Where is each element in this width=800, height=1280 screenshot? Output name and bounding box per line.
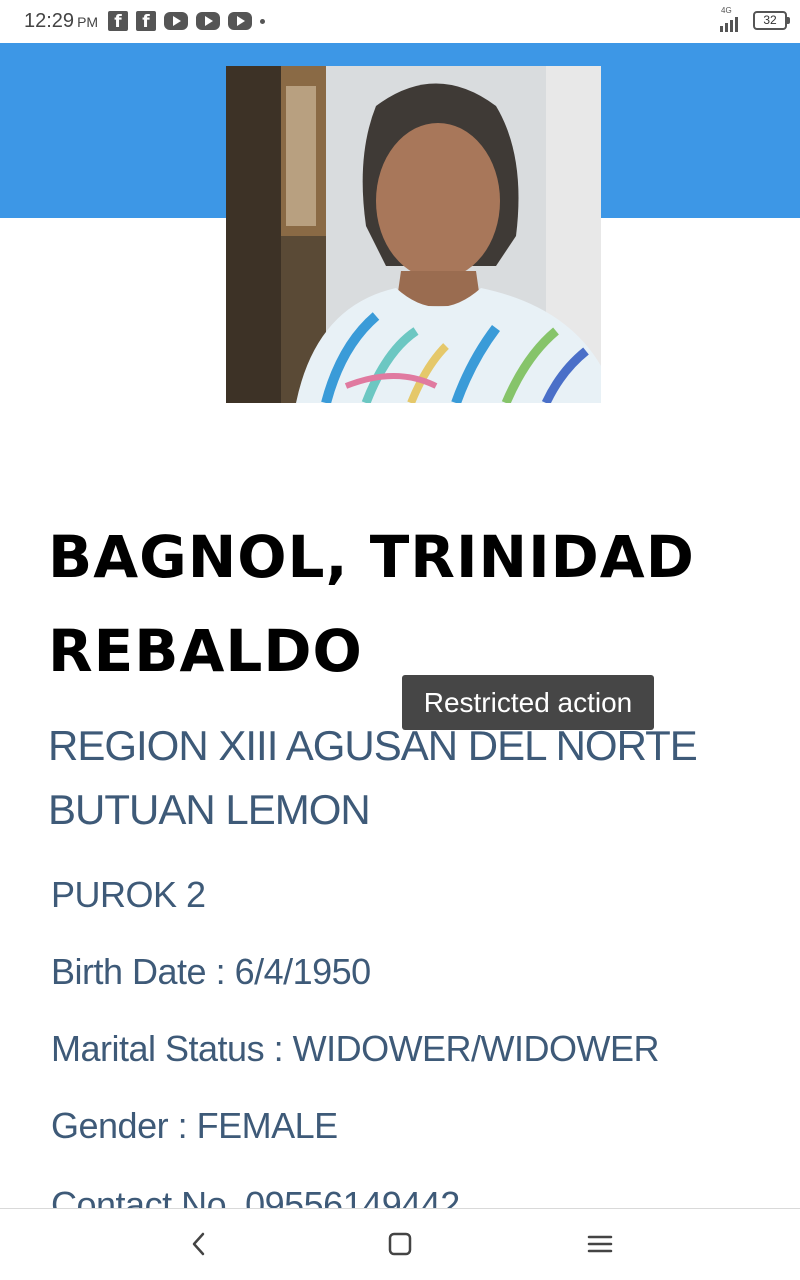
profile-birth-date: Birth Date : 6/4/1950 [51, 951, 371, 992]
profile-photo [226, 66, 601, 403]
status-time-ampm: PM [77, 14, 99, 30]
profile-contact: Contact No. 09556149442 [51, 1184, 460, 1208]
back-icon[interactable] [185, 1229, 215, 1259]
facebook-icon: f [108, 11, 128, 32]
youtube-icon [164, 12, 188, 30]
facebook-icon: f [136, 11, 156, 32]
profile-marital-status: Marital Status : WIDOWER/WIDOWER [51, 1028, 660, 1069]
more-notifications-icon [260, 18, 265, 24]
restricted-action-toast: Restricted action [402, 675, 654, 730]
battery-level: 32 [763, 13, 777, 27]
signal-icon: 4G [718, 6, 744, 32]
menu-icon[interactable] [585, 1229, 615, 1259]
profile-region: REGION XIII AGUSAN DEL NORTE BUTUAN LEMO… [48, 722, 698, 833]
navigation-bar [0, 1208, 800, 1280]
profile-purok: PUROK 2 [51, 874, 206, 915]
status-bar: 12:29 PM f f 4G 32 [0, 0, 800, 43]
battery-icon: 32 [753, 11, 790, 30]
youtube-icon [228, 12, 252, 30]
network-type: 4G [721, 6, 732, 15]
profile-gender: Gender : FEMALE [51, 1105, 338, 1146]
profile-name: BAGNOL, TRINIDAD REBALDO [48, 523, 695, 685]
home-icon[interactable] [385, 1229, 415, 1259]
status-time: 12:29 PM [24, 10, 98, 33]
notification-icons: f f [108, 11, 265, 32]
status-time-text: 12:29 [24, 10, 75, 32]
youtube-icon [196, 12, 220, 30]
